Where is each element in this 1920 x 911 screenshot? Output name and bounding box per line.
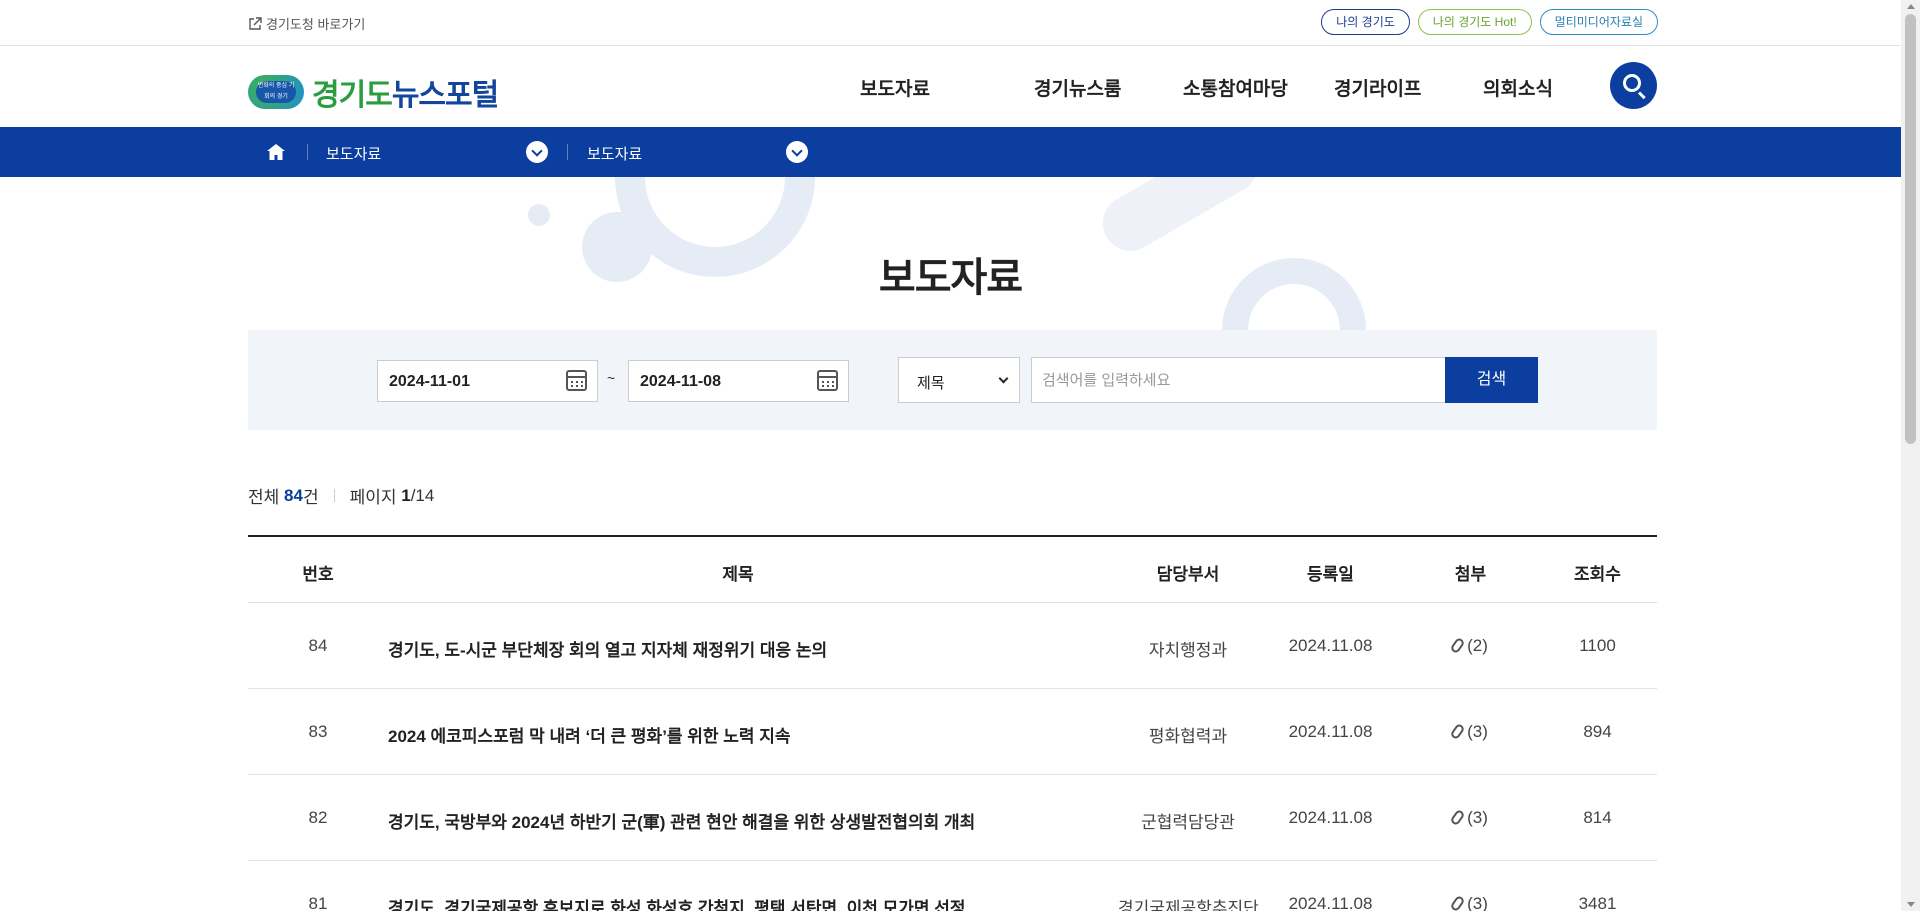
- header: 변화의 중심 기회의 경기 경기도뉴스포털 보도자료 경기뉴스룸 소통참여마당 …: [0, 46, 1901, 127]
- total-count: 84: [284, 485, 303, 505]
- paperclip-icon: [1449, 722, 1466, 741]
- chevron-down-icon[interactable]: [526, 141, 548, 163]
- paperclip-icon: [1449, 636, 1466, 655]
- gg-gov-link-label: 경기도청 바로가기: [266, 17, 366, 32]
- nav-press-release[interactable]: 보도자료: [860, 74, 972, 101]
- quick-links: 나의 경기도 나의 경기도 Hot! 멀티미디어자료실: [1321, 9, 1658, 35]
- row-title-link[interactable]: 2024 에코피스포럼 막 내려 ‘더 큰 평화’를 위한 노력 지속: [388, 722, 1088, 747]
- row-title-link[interactable]: 경기도, 도-시군 부단체장 회의 열고 지자체 재정위기 대응 논의: [388, 636, 1088, 661]
- calendar-icon[interactable]: [566, 370, 587, 391]
- home-icon[interactable]: [266, 143, 286, 161]
- main-nav: 보도자료 경기뉴스룸 소통참여마당 경기라이프 의회소식: [860, 74, 1553, 101]
- row-title-link[interactable]: 경기도, 국방부와 2024년 하반기 군(軍) 관련 현안 해결을 위한 상생…: [388, 808, 1088, 833]
- nav-participation[interactable]: 소통참여마당: [1183, 74, 1288, 101]
- gg-gov-link[interactable]: 경기도청 바로가기: [248, 14, 365, 33]
- page-title: 보도자료: [878, 256, 1023, 300]
- external-link-icon: [249, 16, 262, 30]
- attachment-link[interactable]: (3): [1403, 894, 1538, 911]
- search-icon: [1623, 74, 1641, 92]
- utility-bar: 경기도청 바로가기 나의 경기도 나의 경기도 Hot! 멀티미디어자료실: [0, 0, 1901, 46]
- row-title-link[interactable]: 경기도, 경기국제공항 후보지로 화성 화성호 간척지, 평택 서탄면, 이천 …: [388, 894, 1088, 911]
- press-release-table: 번호 제목 담당부서 등록일 첨부 조회수 84 경기도, 도-시군 부단체장 …: [248, 535, 1657, 911]
- paperclip-icon: [1449, 808, 1466, 827]
- search-button[interactable]: [1610, 62, 1657, 109]
- table-row[interactable]: 82 경기도, 국방부와 2024년 하반기 군(軍) 관련 현안 해결을 위한…: [248, 775, 1657, 861]
- search-field-select[interactable]: 제목: [898, 357, 1020, 403]
- search-submit-button[interactable]: 검색: [1445, 357, 1538, 403]
- attachment-link[interactable]: (2): [1403, 636, 1538, 656]
- end-date-field[interactable]: 2024-11-08: [628, 360, 849, 402]
- multimedia-button[interactable]: 멀티미디어자료실: [1539, 9, 1658, 35]
- nav-newsroom[interactable]: 경기뉴스룸: [1034, 74, 1121, 101]
- table-row[interactable]: 83 2024 에코피스포럼 막 내려 ‘더 큰 평화’를 위한 노력 지속 평…: [248, 689, 1657, 775]
- col-date: 등록일: [1307, 565, 1354, 584]
- scrollbar-thumb[interactable]: [1905, 14, 1916, 444]
- my-gyeonggi-button[interactable]: 나의 경기도: [1321, 9, 1410, 35]
- site-logo[interactable]: 변화의 중심 기회의 경기 경기도뉴스포털: [248, 70, 499, 114]
- table-row[interactable]: 84 경기도, 도-시군 부단체장 회의 열고 지자체 재정위기 대응 논의 자…: [248, 603, 1657, 689]
- my-gyeonggi-hot-button[interactable]: 나의 경기도 Hot!: [1417, 9, 1532, 35]
- scroll-up-icon[interactable]: [1907, 4, 1915, 9]
- col-views: 조회수: [1574, 565, 1621, 584]
- attachment-link[interactable]: (3): [1403, 722, 1538, 742]
- scroll-down-icon[interactable]: [1907, 902, 1915, 907]
- chevron-down-icon: [998, 373, 1009, 384]
- page: 경기도청 바로가기 나의 경기도 나의 경기도 Hot! 멀티미디어자료실 변화…: [0, 0, 1920, 911]
- result-count: 전체 84 건 페이지 1/14: [248, 485, 435, 508]
- start-date-field[interactable]: 2024-11-01: [377, 360, 598, 402]
- col-attachment: 첨부: [1454, 565, 1487, 584]
- nav-life[interactable]: 경기라이프: [1334, 74, 1421, 101]
- col-title: 제목: [722, 565, 754, 584]
- search-input[interactable]: [1031, 357, 1445, 403]
- search-panel: 2024-11-01 ~ 2024-11-08 제목 검색: [248, 330, 1657, 430]
- paperclip-icon: [1449, 894, 1466, 911]
- col-department: 담당부서: [1156, 565, 1220, 584]
- calendar-icon[interactable]: [817, 370, 838, 391]
- table-row[interactable]: 81 경기도, 경기국제공항 후보지로 화성 화성호 간척지, 평택 서탄면, …: [248, 861, 1657, 911]
- breadcrumb-depth2[interactable]: 보도자료: [587, 143, 642, 164]
- col-number: 번호: [302, 565, 334, 584]
- nav-council[interactable]: 의회소식: [1483, 74, 1553, 101]
- chevron-down-icon[interactable]: [786, 141, 808, 163]
- logo-text: 경기도뉴스포털: [312, 79, 499, 112]
- date-range-separator: ~: [607, 370, 616, 386]
- table-header: 번호 제목 담당부서 등록일 첨부 조회수: [248, 537, 1657, 603]
- attachment-link[interactable]: (3): [1403, 808, 1538, 828]
- breadcrumb-depth1[interactable]: 보도자료: [326, 143, 381, 164]
- logo-mark-icon: 변화의 중심 기회의 경기: [248, 75, 304, 109]
- location-bar: 보도자료 보도자료: [0, 127, 1901, 177]
- vertical-scrollbar[interactable]: [1901, 0, 1920, 911]
- current-page: 1: [401, 485, 411, 505]
